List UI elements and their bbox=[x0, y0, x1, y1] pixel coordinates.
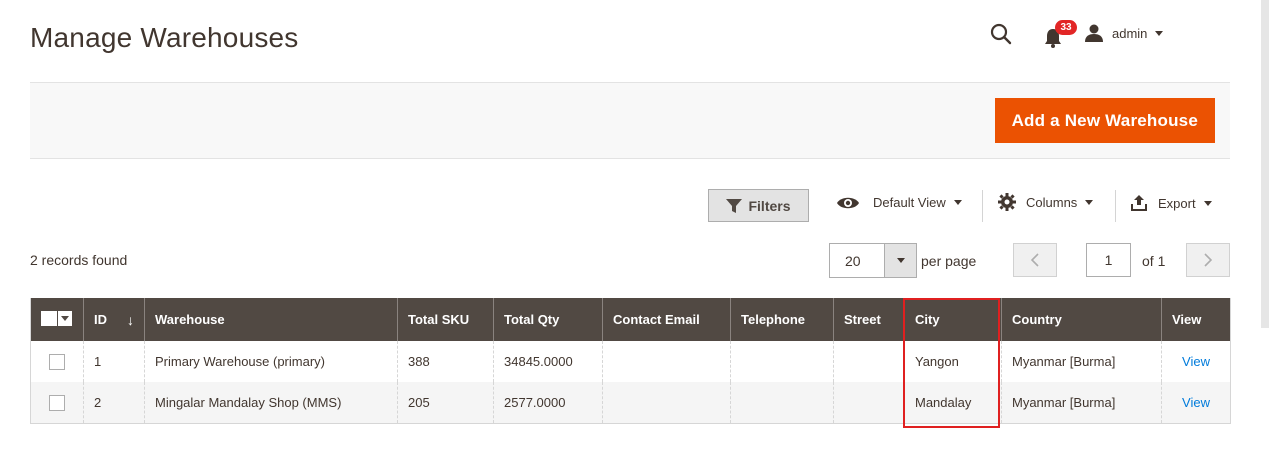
column-header-total-qty[interactable]: Total Qty bbox=[493, 298, 603, 341]
column-header-total-sku[interactable]: Total SKU bbox=[397, 298, 494, 341]
cell-id: 2 bbox=[83, 382, 145, 424]
grid-toolbar: Filters Default View Columns Export bbox=[30, 188, 1230, 224]
eye-icon bbox=[837, 197, 859, 208]
filter-icon bbox=[726, 198, 743, 213]
filters-label: Filters bbox=[748, 197, 791, 214]
cell-total-qty: 2577.0000 bbox=[493, 382, 603, 424]
cell-country: Myanmar [Burma] bbox=[1001, 382, 1162, 424]
chevron-down-icon bbox=[1085, 199, 1094, 205]
chevron-down-icon bbox=[953, 200, 962, 205]
cell-telephone bbox=[730, 382, 834, 424]
cell-warehouse: Mingalar Mandalay Shop (MMS) bbox=[144, 382, 398, 424]
column-header-city[interactable]: City bbox=[904, 298, 1002, 341]
export-icon bbox=[1131, 195, 1147, 211]
select-all-checkbox[interactable] bbox=[41, 310, 57, 326]
next-page-button[interactable] bbox=[1186, 243, 1230, 277]
user-name: admin bbox=[1112, 25, 1148, 41]
chevron-left-icon bbox=[1030, 253, 1039, 267]
cell-total-qty: 34845.0000 bbox=[493, 341, 603, 382]
default-view-label: Default View bbox=[873, 195, 946, 210]
column-header-contact-email[interactable]: Contact Email bbox=[602, 298, 731, 341]
records-found-count: 2 records found bbox=[30, 252, 128, 268]
chevron-right-icon bbox=[1204, 253, 1213, 267]
scrollbar[interactable] bbox=[1261, 0, 1269, 328]
export-dropdown[interactable]: Export bbox=[1130, 195, 1212, 211]
notifications-button[interactable]: 33 bbox=[1043, 20, 1077, 48]
mass-select-dropdown[interactable] bbox=[41, 310, 72, 326]
column-header-country[interactable]: Country bbox=[1001, 298, 1162, 341]
cell-id: 1 bbox=[83, 341, 145, 382]
add-warehouse-button[interactable]: Add a New Warehouse bbox=[994, 98, 1215, 143]
cell-country: Myanmar [Burma] bbox=[1001, 341, 1162, 382]
column-header-view[interactable]: View bbox=[1161, 298, 1231, 341]
toolbar-divider bbox=[1115, 190, 1116, 222]
page-actions-bar: Add a New Warehouse bbox=[30, 82, 1230, 159]
column-header-street[interactable]: Street bbox=[833, 298, 905, 341]
cell-contact-email bbox=[602, 341, 731, 382]
mass-select-header[interactable] bbox=[30, 298, 84, 341]
search-icon[interactable] bbox=[989, 22, 1015, 48]
cell-city: Mandalay bbox=[904, 382, 1002, 424]
per-page-select[interactable]: 20 bbox=[829, 243, 917, 278]
gear-icon bbox=[998, 193, 1016, 211]
default-view-dropdown[interactable]: Default View bbox=[836, 195, 962, 210]
view-link[interactable]: View bbox=[1182, 395, 1210, 410]
current-page-input[interactable] bbox=[1086, 243, 1131, 277]
columns-label: Columns bbox=[1026, 194, 1078, 210]
column-header-id-label: ID bbox=[94, 311, 107, 327]
chevron-down-icon bbox=[1203, 200, 1212, 206]
toolbar-divider bbox=[982, 190, 983, 222]
chevron-down-icon bbox=[58, 310, 72, 326]
table-row: 2 Mingalar Mandalay Shop (MMS) 205 2577.… bbox=[30, 382, 1231, 424]
grid-header-row: ID ↓ Warehouse Total SKU Total Qty Contac… bbox=[30, 298, 1231, 341]
total-pages-label: of 1 bbox=[1142, 253, 1166, 269]
warehouses-grid: ID ↓ Warehouse Total SKU Total Qty Contac… bbox=[30, 298, 1231, 424]
row-checkbox[interactable] bbox=[49, 353, 65, 370]
cell-street bbox=[833, 382, 905, 424]
row-checkbox[interactable] bbox=[49, 394, 65, 411]
notification-count-badge: 33 bbox=[1055, 20, 1077, 35]
table-row: 1 Primary Warehouse (primary) 388 34845.… bbox=[30, 341, 1231, 382]
columns-dropdown[interactable]: Columns bbox=[998, 193, 1094, 211]
column-header-warehouse[interactable]: Warehouse bbox=[144, 298, 398, 341]
view-link[interactable]: View bbox=[1182, 354, 1210, 369]
user-menu[interactable]: admin bbox=[1084, 24, 1164, 42]
cell-street bbox=[833, 341, 905, 382]
page-title: Manage Warehouses bbox=[30, 22, 299, 53]
user-icon bbox=[1085, 24, 1103, 42]
per-page-label: per page bbox=[921, 253, 977, 269]
column-header-id[interactable]: ID ↓ bbox=[83, 298, 145, 341]
cell-total-sku: 205 bbox=[397, 382, 494, 424]
previous-page-button[interactable] bbox=[1013, 243, 1057, 277]
cell-contact-email bbox=[602, 382, 731, 424]
cell-city: Yangon bbox=[904, 341, 1002, 382]
sort-arrow-icon: ↓ bbox=[127, 311, 134, 328]
filters-button[interactable]: Filters bbox=[708, 189, 809, 222]
column-header-telephone[interactable]: Telephone bbox=[730, 298, 834, 341]
cell-warehouse: Primary Warehouse (primary) bbox=[144, 341, 398, 382]
chevron-down-icon bbox=[1155, 30, 1164, 36]
pager-row: 2 records found 20 per page of 1 bbox=[30, 243, 1230, 279]
chevron-down-icon bbox=[884, 244, 916, 277]
cell-telephone bbox=[730, 341, 834, 382]
export-label: Export bbox=[1158, 195, 1196, 211]
per-page-value: 20 bbox=[845, 253, 861, 269]
cell-total-sku: 388 bbox=[397, 341, 494, 382]
